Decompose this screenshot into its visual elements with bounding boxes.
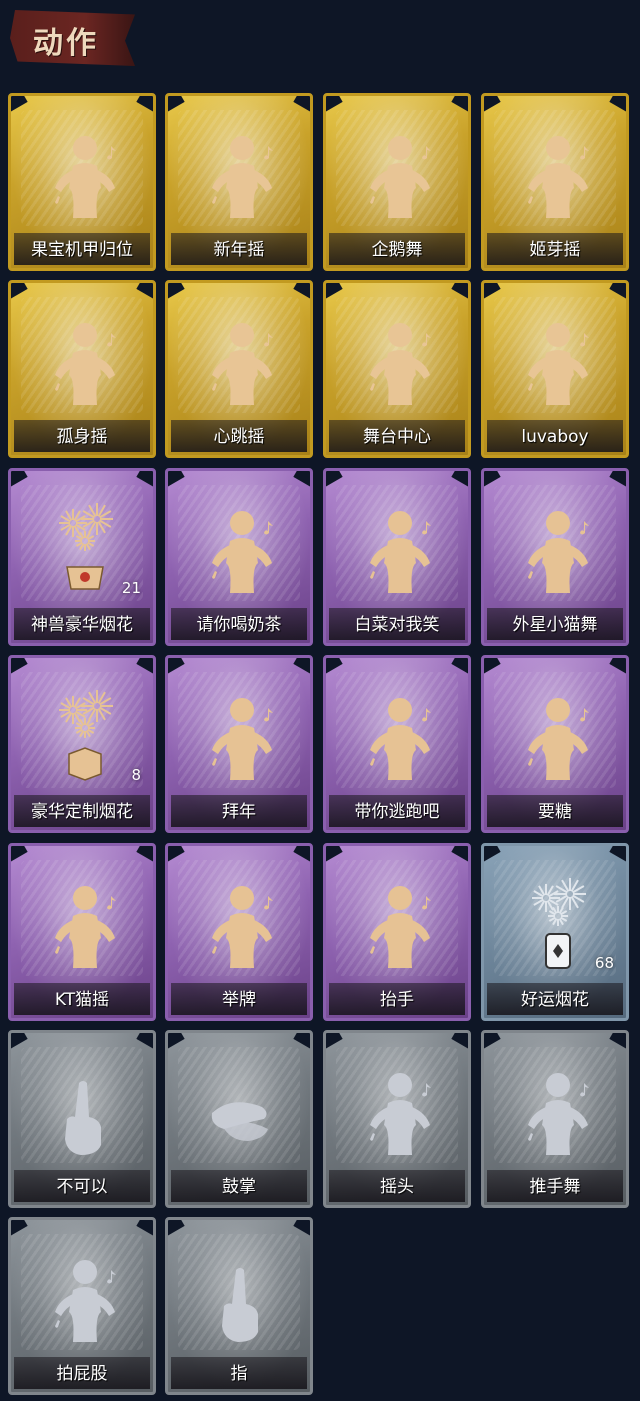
emote-card[interactable]: 21 神兽豪华烟花 [8,468,156,646]
firework-pot-icon [45,501,125,601]
figure-push-hands-icon [518,1063,598,1163]
emote-name: 外星小猫舞 [512,615,598,635]
emote-card[interactable]: 白菜对我笑 [323,468,471,646]
emote-card[interactable]: 孤身摇 [8,280,156,458]
page-header: 动作 [0,0,640,82]
emote-name: 指 [230,1364,248,1384]
emote-card[interactable]: 舞台中心 [323,280,471,458]
emote-name: 新年摇 [213,240,265,260]
figure-lift-hand-icon [360,876,440,976]
emote-name: 孤身摇 [56,427,108,447]
emote-card[interactable]: luvaboy [481,280,629,458]
figure-sign-icon [202,501,282,601]
emote-name: 白菜对我笑 [354,615,440,635]
figure-bow-icon [202,688,282,788]
emote-name: 企鹅舞 [371,240,423,260]
emote-card[interactable]: 68 好运烟花 [481,843,629,1021]
emote-name: 推手舞 [529,1177,581,1197]
hands-clap-icon [202,1063,282,1163]
figure-cat-dance-icon [518,501,598,601]
figure-sway-icon [518,313,598,413]
emote-card[interactable]: 带你逃跑吧 [323,655,471,833]
emote-card[interactable]: 外星小猫舞 [481,468,629,646]
emote-name: 带你逃跑吧 [354,802,440,822]
emote-name: 举牌 [222,990,256,1010]
firework-box-icon [45,688,125,788]
emote-card[interactable]: 抬手 [323,843,471,1021]
emote-name: 拍屁股 [56,1364,108,1384]
emote-card[interactable]: 拜年 [165,655,313,833]
figure-hold-sign-icon [202,876,282,976]
emote-card[interactable]: 8 豪华定制烟花 [8,655,156,833]
emote-card[interactable]: 举牌 [165,843,313,1021]
emote-name: 抬手 [380,990,414,1010]
emote-name: 不可以 [56,1177,108,1197]
figure-cross-arms-icon [360,501,440,601]
figure-reach-icon [518,688,598,788]
finger-wag-icon [45,1063,125,1163]
emote-card[interactable]: 心跳摇 [165,280,313,458]
emote-card[interactable]: 姬芽摇 [481,93,629,271]
emote-card[interactable]: 要糖 [481,655,629,833]
figure-penguin-icon [360,126,440,226]
emote-name: KT猫摇 [54,990,110,1010]
item-count: 8 [131,766,141,784]
figure-music-icon [45,876,125,976]
emote-name: 姬芽摇 [529,240,581,260]
figure-flex-icon [45,126,125,226]
emote-card[interactable]: 指 [165,1217,313,1395]
emote-card[interactable]: 请你喝奶茶 [165,468,313,646]
item-count: 68 [594,954,614,972]
emote-name: 要糖 [538,802,572,822]
emote-name: 神兽豪华烟花 [31,615,133,635]
emote-name: 果宝机甲归位 [31,240,133,260]
emote-name: 摇头 [380,1177,414,1197]
emote-name: luvaboy [521,427,589,447]
emote-name: 舞台中心 [363,427,431,447]
emote-name: 心跳摇 [213,427,265,447]
figure-raise-hand-icon [202,313,282,413]
emote-name: 豪华定制烟花 [31,802,133,822]
item-count: 21 [121,579,141,597]
figure-pose-icon [360,313,440,413]
figure-shake-head-icon [360,1063,440,1163]
emote-card[interactable]: 企鹅舞 [323,93,471,271]
emote-card[interactable]: 拍屁股 [8,1217,156,1395]
page-title: 动作 [33,26,99,61]
emote-name: 拜年 [222,802,256,822]
emote-name: 请你喝奶茶 [196,615,282,635]
hand-point-icon [202,1250,282,1350]
emote-card[interactable]: 鼓掌 [165,1030,313,1208]
emote-card[interactable]: KT猫摇 [8,843,156,1021]
emote-card[interactable]: 推手舞 [481,1030,629,1208]
firework-can-icon [518,876,598,976]
emote-card[interactable]: 新年摇 [165,93,313,271]
emote-card[interactable]: 摇头 [323,1030,471,1208]
emote-name: 好运烟花 [521,990,589,1010]
figure-point-icon [360,688,440,788]
emote-card[interactable]: 果宝机甲归位 [8,93,156,271]
emote-card[interactable]: 不可以 [8,1030,156,1208]
figure-wave-icon [518,126,598,226]
figure-clap-icon [202,126,282,226]
figure-pat-icon [45,1250,125,1350]
figure-dance-icon [45,313,125,413]
emote-name: 鼓掌 [222,1177,256,1197]
